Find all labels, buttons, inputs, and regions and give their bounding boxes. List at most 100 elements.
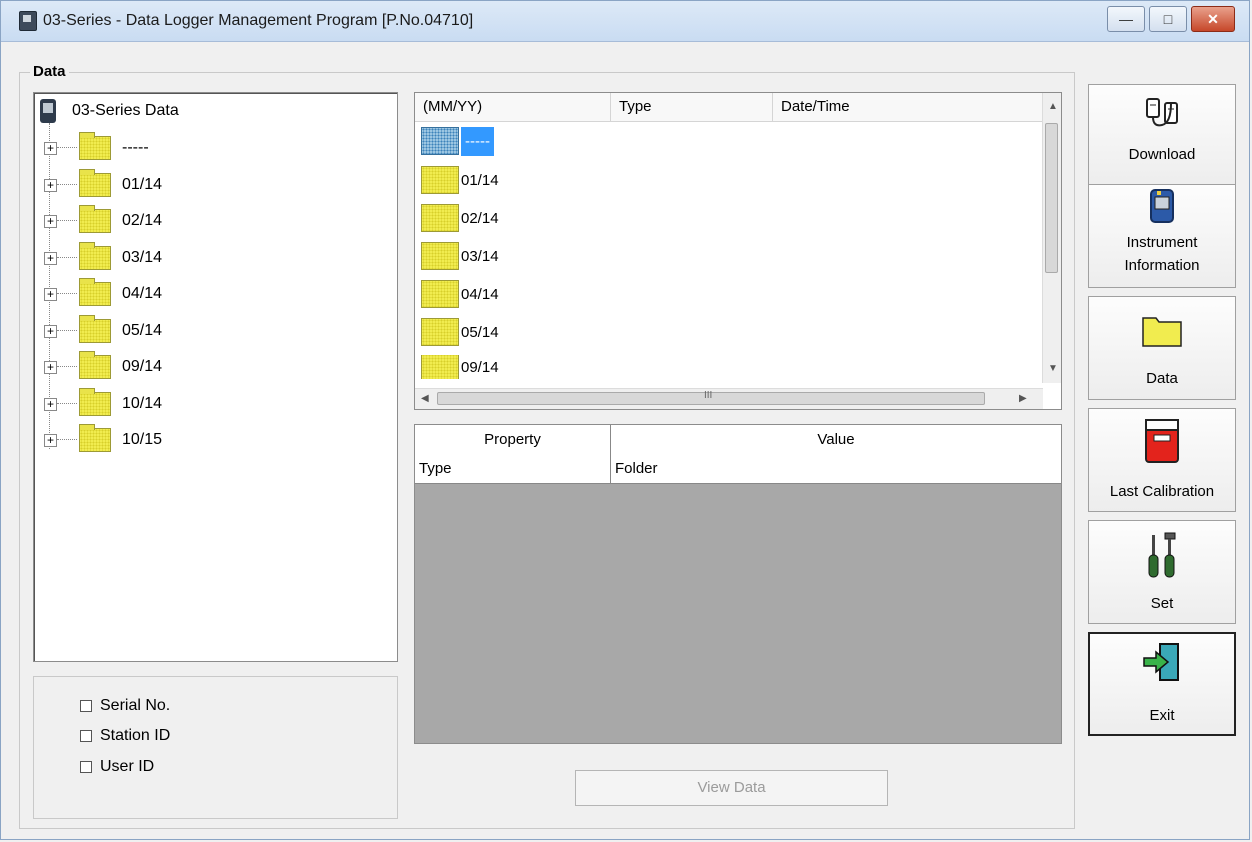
- exit-door-icon: [1143, 643, 1179, 681]
- checkbox-box[interactable]: [80, 730, 92, 742]
- station-id-label: Station ID: [100, 727, 171, 744]
- scroll-right-icon[interactable]: ▶: [1019, 393, 1027, 404]
- data-tree[interactable]: 03-Series Data + ----- + 01/14 + 02/14 +…: [33, 92, 398, 662]
- folder-icon: [79, 242, 111, 270]
- data-group-label: Data: [30, 63, 69, 80]
- set-button[interactable]: Set: [1088, 520, 1236, 624]
- minimize-button[interactable]: —: [1107, 6, 1145, 32]
- user-id-checkbox[interactable]: User ID: [80, 758, 154, 776]
- value-column-header: Value: [817, 431, 855, 448]
- id-filter-box: Serial No. Station ID User ID: [33, 676, 398, 819]
- folder-icon: [79, 388, 111, 416]
- folder-icon: [421, 204, 459, 232]
- list-item[interactable]: 01/14: [421, 165, 499, 195]
- expand-icon[interactable]: +: [44, 433, 57, 447]
- title-bar[interactable]: 03-Series - Data Logger Management Progr…: [1, 1, 1249, 42]
- property-row: Type Folder: [415, 455, 1061, 484]
- folder-icon: [79, 205, 111, 233]
- user-id-label: User ID: [100, 758, 155, 775]
- list-item-label: 05/14: [461, 323, 499, 341]
- maximize-button[interactable]: □: [1149, 6, 1187, 32]
- list-item[interactable]: -----: [421, 126, 494, 156]
- checkbox-box[interactable]: [80, 700, 92, 712]
- list-item-label: 02/14: [461, 209, 499, 227]
- download-label: Download: [1128, 146, 1196, 163]
- column-header-datetime[interactable]: Date/Time: [773, 93, 1045, 121]
- property-header: Property Value: [415, 425, 1061, 456]
- expand-icon[interactable]: +: [44, 324, 57, 338]
- expand-icon[interactable]: +: [44, 141, 57, 155]
- list-item-label: 01/14: [461, 171, 499, 189]
- list-item[interactable]: 02/14: [421, 203, 499, 233]
- folder-icon: [79, 278, 111, 306]
- expand-icon[interactable]: +: [44, 251, 57, 265]
- folder-icon: [421, 127, 459, 155]
- minimize-icon: —: [1119, 11, 1133, 27]
- download-button[interactable]: Download: [1088, 84, 1236, 188]
- folder-icon: [421, 242, 459, 270]
- set-label: Set: [1150, 595, 1174, 612]
- list-item[interactable]: 05/14: [421, 317, 499, 347]
- horizontal-scrollbar[interactable]: ◀ III ▶: [415, 388, 1043, 409]
- folder-icon: [79, 132, 111, 160]
- tree-item-label: 02/14: [122, 212, 163, 229]
- data-button[interactable]: Data: [1088, 296, 1236, 400]
- scroll-up-icon[interactable]: ▲: [1048, 101, 1058, 112]
- column-header-date[interactable]: (MM/YY): [415, 93, 611, 121]
- scroll-down-icon[interactable]: ▼: [1048, 363, 1058, 374]
- vertical-scrollbar[interactable]: ▲ ▼: [1042, 93, 1061, 383]
- tree-item-label: 09/14: [122, 358, 163, 375]
- folder-icon: [421, 280, 459, 308]
- view-data-button[interactable]: View Data: [575, 770, 888, 806]
- tree-item-label: 10/14: [122, 395, 163, 412]
- property-column-header: Property: [415, 425, 611, 455]
- vertical-scroll-thumb[interactable]: [1045, 123, 1058, 273]
- list-item[interactable]: 04/14: [421, 279, 499, 309]
- tree-item-label: 03/14: [122, 249, 163, 266]
- calibration-book-icon: [1145, 419, 1179, 463]
- expand-icon[interactable]: +: [44, 214, 57, 228]
- folder-icon: [79, 351, 111, 379]
- column-header-type[interactable]: Type: [611, 93, 773, 121]
- list-item-label: 03/14: [461, 247, 499, 265]
- list-item-label: 04/14: [461, 285, 499, 303]
- expand-icon[interactable]: +: [44, 397, 57, 411]
- list-item[interactable]: 09/14: [421, 355, 499, 379]
- tree-root[interactable]: 03-Series Data: [40, 99, 179, 123]
- instrument-information-button[interactable]: Instrument Information: [1088, 184, 1236, 288]
- station-id-checkbox[interactable]: Station ID: [80, 727, 170, 745]
- instrument-label-line1: Instrument: [1126, 234, 1198, 251]
- property-value: Folder: [615, 460, 658, 477]
- logger-icon: [40, 99, 56, 123]
- tree-item-label: -----: [122, 139, 149, 156]
- maximize-icon: □: [1163, 11, 1173, 27]
- list-item-label: 09/14: [461, 358, 499, 376]
- tree-root-label: 03-Series Data: [72, 102, 179, 119]
- tree-item-label: 10/15: [122, 431, 163, 448]
- last-calibration-button[interactable]: Last Calibration: [1088, 408, 1236, 512]
- horizontal-scroll-thumb[interactable]: III: [437, 390, 985, 405]
- instrument-label-line2: Information: [1124, 257, 1200, 274]
- close-icon: ✕: [1207, 10, 1219, 27]
- folder-list[interactable]: (MM/YY) Type Date/Time ----- 01/14 02/14…: [414, 92, 1062, 410]
- download-icon: [1146, 98, 1178, 127]
- checkbox-box[interactable]: [80, 761, 92, 773]
- property-grid: Property Value Type Folder: [414, 424, 1062, 744]
- close-button[interactable]: ✕: [1191, 6, 1235, 32]
- data-label: Data: [1146, 370, 1178, 387]
- list-item[interactable]: 03/14: [421, 241, 499, 271]
- expand-icon[interactable]: +: [44, 178, 57, 192]
- instrument-icon: [1150, 189, 1174, 223]
- app-icon: [19, 11, 37, 31]
- expand-icon[interactable]: +: [44, 287, 57, 301]
- folder-icon: [79, 315, 111, 343]
- folder-icon: [79, 424, 111, 452]
- folder-icon: [421, 355, 459, 379]
- scroll-left-icon[interactable]: ◀: [421, 393, 429, 404]
- folder-icon: [421, 318, 459, 346]
- last-calibration-label: Last Calibration: [1109, 483, 1215, 500]
- serial-no-checkbox[interactable]: Serial No.: [80, 697, 170, 715]
- expand-icon[interactable]: +: [44, 360, 57, 374]
- tree-item-label: 04/14: [122, 285, 163, 302]
- exit-button[interactable]: Exit: [1088, 632, 1236, 736]
